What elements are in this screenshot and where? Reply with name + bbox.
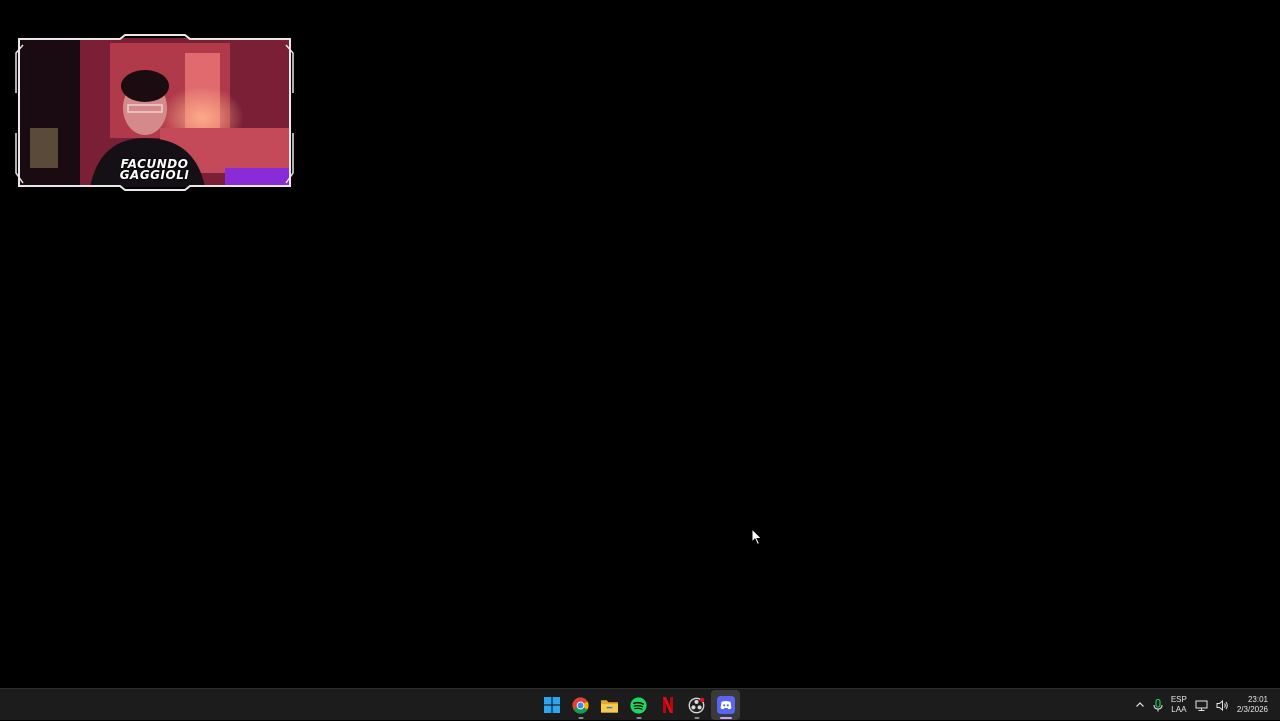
taskbar: ESP LAA 23:01 2/3/2026 bbox=[0, 688, 1280, 720]
taskbar-obs-button[interactable] bbox=[682, 690, 711, 720]
network-button[interactable] bbox=[1191, 690, 1212, 720]
webcam-overlay: FACUNDO GAGGIOLI bbox=[15, 33, 294, 192]
taskbar-pinned-apps bbox=[537, 689, 740, 721]
show-hidden-icons-button[interactable] bbox=[1131, 690, 1149, 720]
spotify-icon bbox=[630, 696, 647, 714]
taskbar-netflix-button[interactable] bbox=[653, 690, 682, 720]
volume-button[interactable] bbox=[1212, 690, 1233, 720]
chevron-up-icon bbox=[1135, 702, 1144, 707]
taskbar-spotify-button[interactable] bbox=[624, 690, 653, 720]
clock-button[interactable]: 23:01 2/3/2026 bbox=[1233, 690, 1280, 720]
input-language-button[interactable]: ESP LAA bbox=[1167, 690, 1191, 720]
folder-icon bbox=[601, 699, 618, 713]
system-tray: ESP LAA 23:01 2/3/2026 bbox=[1131, 689, 1280, 721]
speaker-icon bbox=[1216, 699, 1228, 711]
obs-icon bbox=[688, 697, 705, 713]
mouse-cursor-icon bbox=[751, 528, 763, 546]
keyboard-layout-code: LAA bbox=[1171, 705, 1187, 714]
microphone-icon bbox=[1153, 698, 1163, 711]
clock-time: 23:01 bbox=[1247, 695, 1268, 704]
netflix-icon bbox=[662, 697, 673, 713]
taskbar-discord-button[interactable] bbox=[711, 690, 740, 720]
webcam-frame-border bbox=[15, 34, 294, 191]
clock-date: 2/3/2026 bbox=[1236, 705, 1268, 714]
chrome-icon bbox=[572, 696, 589, 714]
microphone-button[interactable] bbox=[1149, 690, 1167, 720]
running-indicator bbox=[636, 717, 641, 719]
running-indicator bbox=[694, 717, 699, 719]
discord-icon bbox=[716, 696, 735, 714]
desktop-background[interactable]: FACUNDO GAGGIOLI bbox=[0, 0, 1280, 688]
taskbar-chrome-button[interactable] bbox=[566, 690, 595, 720]
running-indicator bbox=[578, 717, 583, 719]
taskbar-file-explorer-button[interactable] bbox=[595, 690, 624, 720]
network-icon bbox=[1195, 700, 1208, 711]
windows-start-icon bbox=[543, 697, 560, 713]
start-button[interactable] bbox=[537, 690, 566, 720]
running-indicator bbox=[719, 717, 732, 719]
language-code: ESP bbox=[1170, 695, 1187, 704]
